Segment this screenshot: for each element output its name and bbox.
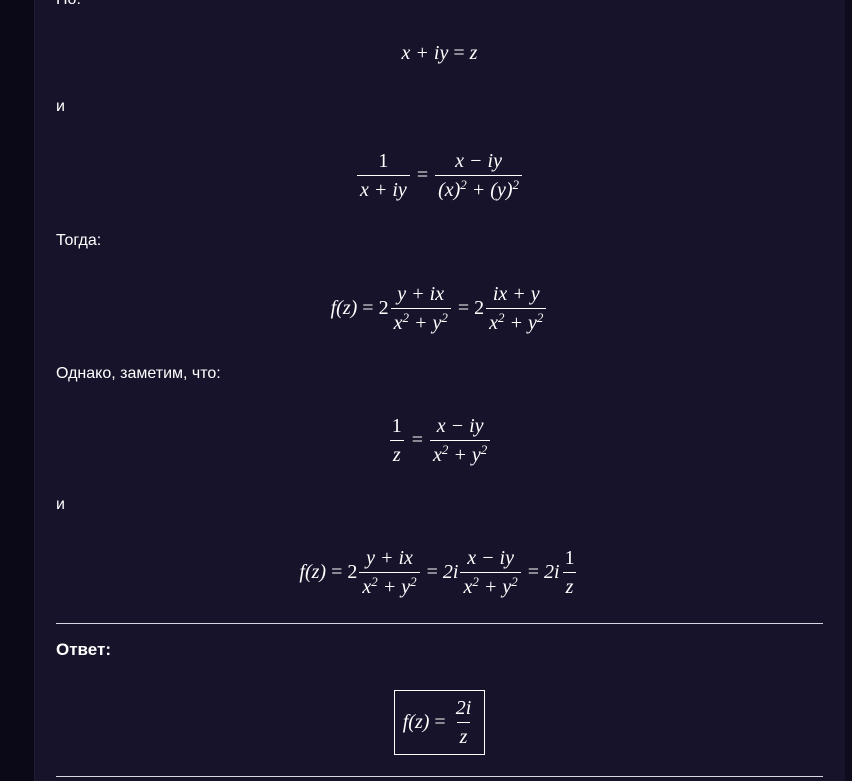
eq3-coef-2: 2 — [474, 296, 485, 319]
eq5-coef-2: 2i — [442, 560, 459, 583]
eq3-fraction-2: ix + y x2 + y2 — [486, 282, 547, 334]
answer-fraction: 2i z — [453, 697, 475, 748]
eq1-equals: = — [453, 41, 465, 64]
answer-equation: f (z) = 2i z — [34, 689, 845, 755]
eq4-right-denominator: x2 + y2 — [430, 439, 491, 466]
answer-equals: = — [434, 710, 446, 733]
text-however: Однако, заметим, что: — [56, 365, 221, 382]
divider-answer-top — [56, 623, 823, 624]
answer-box: f (z) = 2i z — [393, 689, 486, 755]
eq4-left-numerator: 1 — [391, 414, 402, 437]
eq5-fraction-1: y + ix x2 + y2 — [359, 546, 420, 598]
eq4-left-fraction: 1 z — [389, 415, 405, 466]
eq3-arg: (z) — [336, 296, 358, 319]
eq5-denominator-3: z — [562, 571, 577, 598]
eq5-fraction-3: 1 z — [562, 547, 578, 598]
eq5-numerator-2: x − iy — [467, 546, 514, 569]
equation-one-over-z: 1 z = x − iy x2 + y2 — [34, 410, 845, 470]
content-panel — [34, 0, 846, 781]
eq3-numerator-1: y + ix — [397, 282, 445, 305]
text-and-1: и — [56, 98, 65, 115]
eq4-equals: = — [411, 428, 423, 451]
eq1-rhs: z — [469, 41, 478, 64]
eq3-fraction-1: y + ix x2 + y2 — [390, 282, 451, 334]
equation-f-of-z-expanded: f (z) = 2 y + ix x2 + y2 = 2 ix + y x2 +… — [34, 278, 845, 338]
eq2-left-denominator: x + iy — [357, 174, 410, 201]
eq5-equals-3: = — [527, 560, 540, 583]
eq5-equals-2: = — [426, 560, 438, 583]
eq2-right-fraction: x − iy (x)2 + (y)2 — [435, 150, 522, 201]
eq2-left-numerator: 1 — [378, 149, 389, 172]
eq5-coef: 2 — [347, 560, 358, 583]
text-and-2: и — [56, 496, 65, 513]
equation-f-of-z-final-chain: f (z) = 2 y + ix x2 + y2 = 2i x − iy x2 … — [34, 542, 845, 602]
text-fragment-top: Но: — [56, 0, 81, 9]
answer-label: Ответ: — [56, 640, 111, 659]
eq5-arg: (z) — [304, 560, 327, 583]
answer-denominator: z — [456, 721, 471, 748]
page-left-margin — [0, 0, 34, 781]
eq5-equals: = — [331, 560, 343, 583]
eq2-equals: = — [416, 163, 429, 186]
eq3-equals-2: = — [457, 296, 470, 319]
equation-z-definition: x + iy = z — [34, 38, 845, 68]
eq1-lhs: x + iy — [401, 41, 449, 64]
eq2-right-denominator: (x)2 + (y)2 — [435, 174, 522, 201]
eq2-left-fraction: 1 x + iy — [357, 150, 410, 201]
eq5-numerator-3: 1 — [564, 546, 575, 569]
eq4-right-fraction: x − iy x2 + y2 — [430, 414, 491, 466]
eq5-coef-3: 2i — [544, 560, 560, 583]
eq3-numerator-2: ix + y — [492, 282, 540, 305]
eq3-coef: 2 — [378, 296, 389, 319]
eq3-equals: = — [362, 296, 374, 319]
answer-numerator: 2i — [455, 696, 472, 719]
eq2-right-numerator: x − iy — [455, 149, 502, 172]
eq3-denominator-1: x2 + y2 — [390, 307, 451, 334]
equation-reciprocal: 1 x + iy = x − iy (x)2 + (y)2 — [34, 145, 845, 205]
eq5-denominator-1: x2 + y2 — [359, 571, 420, 598]
eq3-denominator-2: x2 + y2 — [486, 307, 547, 334]
text-then: Тогда: — [56, 232, 102, 249]
eq5-fraction-2: x − iy x2 + y2 — [460, 546, 521, 598]
eq5-numerator-1: y + ix — [366, 546, 413, 569]
eq5-denominator-2: x2 + y2 — [460, 571, 521, 598]
page-right-margin — [845, 0, 852, 781]
divider-answer-bottom — [56, 776, 823, 777]
eq4-right-numerator: x − iy — [436, 414, 484, 437]
answer-arg: (z) — [408, 710, 430, 733]
eq4-left-denominator: z — [389, 439, 404, 466]
